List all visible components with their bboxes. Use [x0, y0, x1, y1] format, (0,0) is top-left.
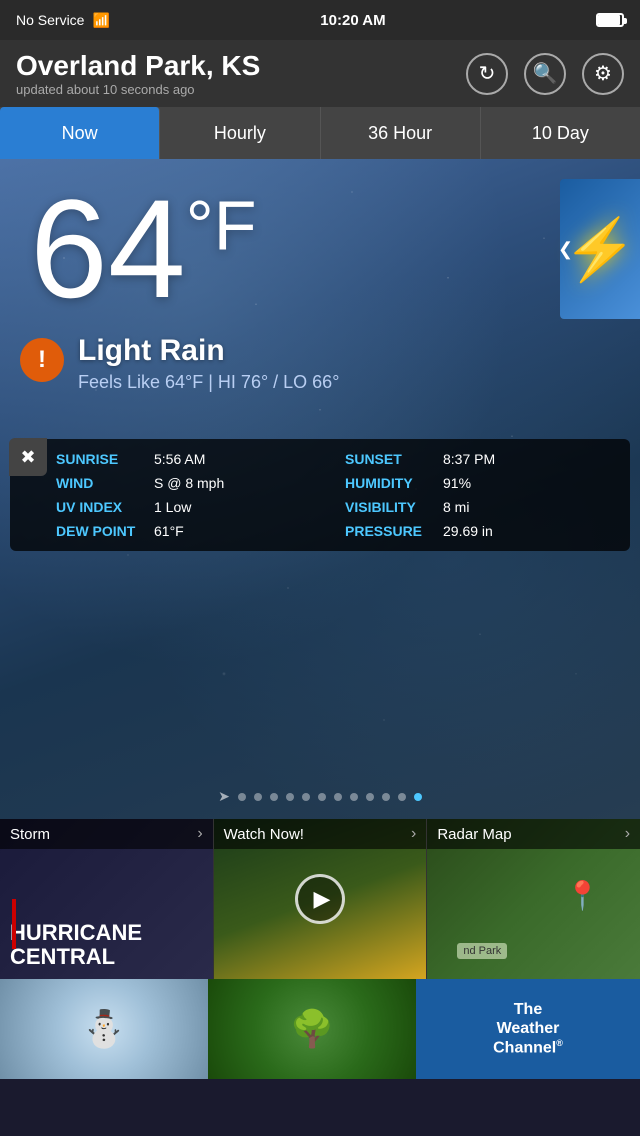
pagination: ➤: [0, 788, 640, 805]
strip-forest[interactable]: 🌳: [208, 979, 416, 1079]
condition-text: Light Rain Feels Like 64°F | HI 76° / LO…: [78, 334, 339, 393]
page-dot-5[interactable]: [302, 793, 310, 801]
update-time: updated about 10 seconds ago: [16, 82, 260, 97]
page-dot-2[interactable]: [254, 793, 262, 801]
temperature-display: 64°F: [30, 179, 257, 319]
feels-like: Feels Like 64°F | HI 76° / LO 66°: [78, 372, 339, 393]
radar-pin: 📍: [565, 879, 600, 912]
hurricane-arrow: ›: [197, 825, 202, 843]
detail-wind: WIND S @ 8 mph: [56, 475, 325, 491]
radar-location-label: nd Park: [457, 943, 507, 959]
watch-card-label: Watch Now! ›: [214, 819, 427, 849]
hurricane-red-bar: [12, 899, 16, 949]
detail-sunset: SUNSET 8:37 PM: [345, 451, 614, 467]
condition-area: ! Light Rain Feels Like 64°F | HI 76° / …: [20, 334, 339, 393]
detail-humidity: HUMIDITY 91%: [345, 475, 614, 491]
weather-main: 64°F ❮ ⚡ ! Light Rain Feels Like 64°F | …: [0, 159, 640, 819]
hurricane-card-label: Storm ›: [0, 819, 213, 849]
tab-10day[interactable]: 10 Day: [481, 107, 640, 159]
radar-card[interactable]: Radar Map › 📍 nd Park: [427, 819, 640, 979]
detail-uv: UV INDEX 1 Low: [56, 499, 325, 515]
detail-sunrise: SUNRISE 5:56 AM: [56, 451, 325, 467]
tabs: Now Hourly 36 Hour 10 Day: [0, 107, 640, 159]
hurricane-card[interactable]: Storm › HURRICANE CENTRAL: [0, 819, 214, 979]
tab-hourly[interactable]: Hourly: [160, 107, 320, 159]
status-left: No Service 📶: [16, 12, 110, 29]
lightning-panel[interactable]: ❮ ⚡: [560, 179, 640, 319]
radar-map: 📍 nd Park: [427, 849, 640, 979]
header-icons: ↻ 🔍 ⚙: [466, 53, 624, 95]
status-time: 10:20 AM: [320, 12, 385, 29]
settings-button[interactable]: ⚙: [582, 53, 624, 95]
battery-icon: [596, 13, 624, 27]
signal-text: No Service: [16, 12, 84, 28]
header: Overland Park, KS updated about 10 secon…: [0, 40, 640, 107]
bottom-strip: ⛄ 🌳 TheWeatherChannel®: [0, 979, 640, 1079]
page-dot-8[interactable]: [350, 793, 358, 801]
lightning-icon: ⚡: [563, 214, 638, 285]
pagination-arrow: ➤: [218, 788, 230, 805]
page-dot-4[interactable]: [286, 793, 294, 801]
refresh-button[interactable]: ↻: [466, 53, 508, 95]
radar-arrow: ›: [625, 825, 630, 843]
tab-36hour[interactable]: 36 Hour: [321, 107, 481, 159]
watch-arrow: ›: [411, 825, 416, 843]
search-button[interactable]: 🔍: [524, 53, 566, 95]
page-dot-6[interactable]: [318, 793, 326, 801]
temp-value: 64: [30, 170, 186, 327]
play-button[interactable]: ▶: [295, 874, 345, 924]
twc-logo[interactable]: TheWeatherChannel®: [416, 979, 640, 1079]
panel-arrow: ❮: [558, 239, 573, 260]
page-dot-10[interactable]: [382, 793, 390, 801]
tab-now[interactable]: Now: [0, 107, 160, 159]
strip-winter[interactable]: ⛄: [0, 979, 208, 1079]
forest-image: 🌳: [208, 979, 416, 1079]
detail-pressure: PRESSURE 29.69 in: [345, 523, 614, 539]
status-bar: No Service 📶 10:20 AM: [0, 0, 640, 40]
alert-icon: !: [20, 338, 64, 382]
wifi-icon: 📶: [92, 12, 109, 29]
radar-card-label: Radar Map ›: [427, 819, 640, 849]
detail-visibility: VISIBILITY 8 mi: [345, 499, 614, 515]
watch-now-card[interactable]: Watch Now! › ▶: [214, 819, 428, 979]
page-dot-1[interactable]: [238, 793, 246, 801]
page-dot-3[interactable]: [270, 793, 278, 801]
page-dot-12[interactable]: [414, 793, 422, 801]
winter-image: ⛄: [0, 979, 208, 1079]
status-right: [596, 13, 624, 27]
details-grid: SUNRISE 5:56 AM SUNSET 8:37 PM WIND S @ …: [56, 451, 614, 539]
details-panel: ✖ SUNRISE 5:56 AM SUNSET 8:37 PM WIND S …: [10, 439, 630, 551]
header-left: Overland Park, KS updated about 10 secon…: [16, 50, 260, 97]
page-dot-11[interactable]: [398, 793, 406, 801]
bottom-cards: Storm › HURRICANE CENTRAL Watch Now! › ▶…: [0, 819, 640, 979]
hurricane-title: HURRICANE CENTRAL: [10, 921, 203, 969]
temp-unit: °F: [186, 186, 257, 264]
twc-title: TheWeatherChannel®: [493, 1000, 563, 1058]
detail-dew: DEW POINT 61°F: [56, 523, 325, 539]
city-title: Overland Park, KS: [16, 50, 260, 82]
page-dot-7[interactable]: [334, 793, 342, 801]
page-dot-9[interactable]: [366, 793, 374, 801]
details-close-button[interactable]: ✖: [9, 438, 47, 476]
condition-main: Light Rain: [78, 334, 339, 368]
